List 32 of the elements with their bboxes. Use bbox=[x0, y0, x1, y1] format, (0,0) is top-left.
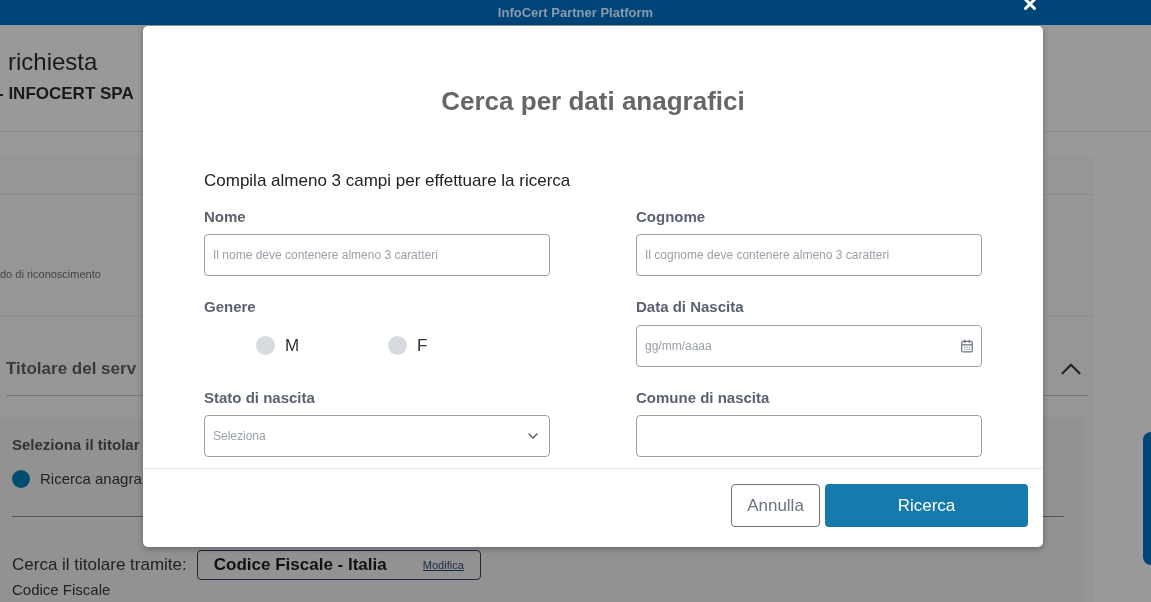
page-title: richiesta bbox=[8, 47, 98, 77]
calendar-icon[interactable] bbox=[960, 338, 974, 353]
text-field[interactable]: Il cognome deve contenere almeno 3 caratteri bbox=[636, 234, 982, 276]
search-via-value: Codice Fiscale - Italia bbox=[213, 554, 387, 577]
search-via-label: Cerca il titolare tramite: bbox=[12, 554, 187, 577]
field-label: Data di Nascita bbox=[636, 297, 745, 317]
section-title: Titolare del serv bbox=[6, 358, 137, 381]
radio-label: M bbox=[285, 334, 300, 357]
edit-link[interactable]: Modifica bbox=[422, 556, 464, 574]
header-title: InfoCert Partner Platform bbox=[497, 3, 654, 22]
cancel-button[interactable]: Annulla bbox=[731, 484, 820, 527]
field-label: Comune di nascita bbox=[636, 387, 771, 408]
note-text: do di riconoscimento bbox=[0, 267, 101, 282]
dialog-title: Cerca per dati anagrafici bbox=[440, 85, 746, 118]
radio-label: Ricerca anagra bbox=[40, 468, 142, 489]
field-label: Codice Fiscale bbox=[12, 581, 111, 599]
close-icon[interactable] bbox=[1021, 0, 1039, 13]
select-label: Seleziona il titolar bbox=[12, 434, 140, 455]
select-field[interactable]: Seleziona bbox=[204, 415, 550, 457]
radio-label: F bbox=[417, 334, 428, 357]
radio-button[interactable] bbox=[388, 336, 407, 355]
radio-button[interactable] bbox=[12, 469, 30, 488]
field-label: Genere bbox=[204, 297, 257, 317]
instruction-text: Compila almeno 3 campi per effettuare la ricerca bbox=[204, 170, 572, 192]
field-label: Stato di nascita bbox=[204, 387, 316, 408]
date-field[interactable]: gg/mm/aaaa bbox=[636, 324, 982, 367]
text-field[interactable] bbox=[636, 415, 982, 457]
radio-button[interactable] bbox=[256, 336, 275, 355]
text-field[interactable]: Il nome deve contenere almeno 3 caratteri bbox=[204, 234, 550, 276]
search-button[interactable]: Ricerca bbox=[825, 484, 1028, 527]
field-label: Cognome bbox=[636, 206, 707, 227]
field-label: Nome bbox=[204, 206, 247, 227]
